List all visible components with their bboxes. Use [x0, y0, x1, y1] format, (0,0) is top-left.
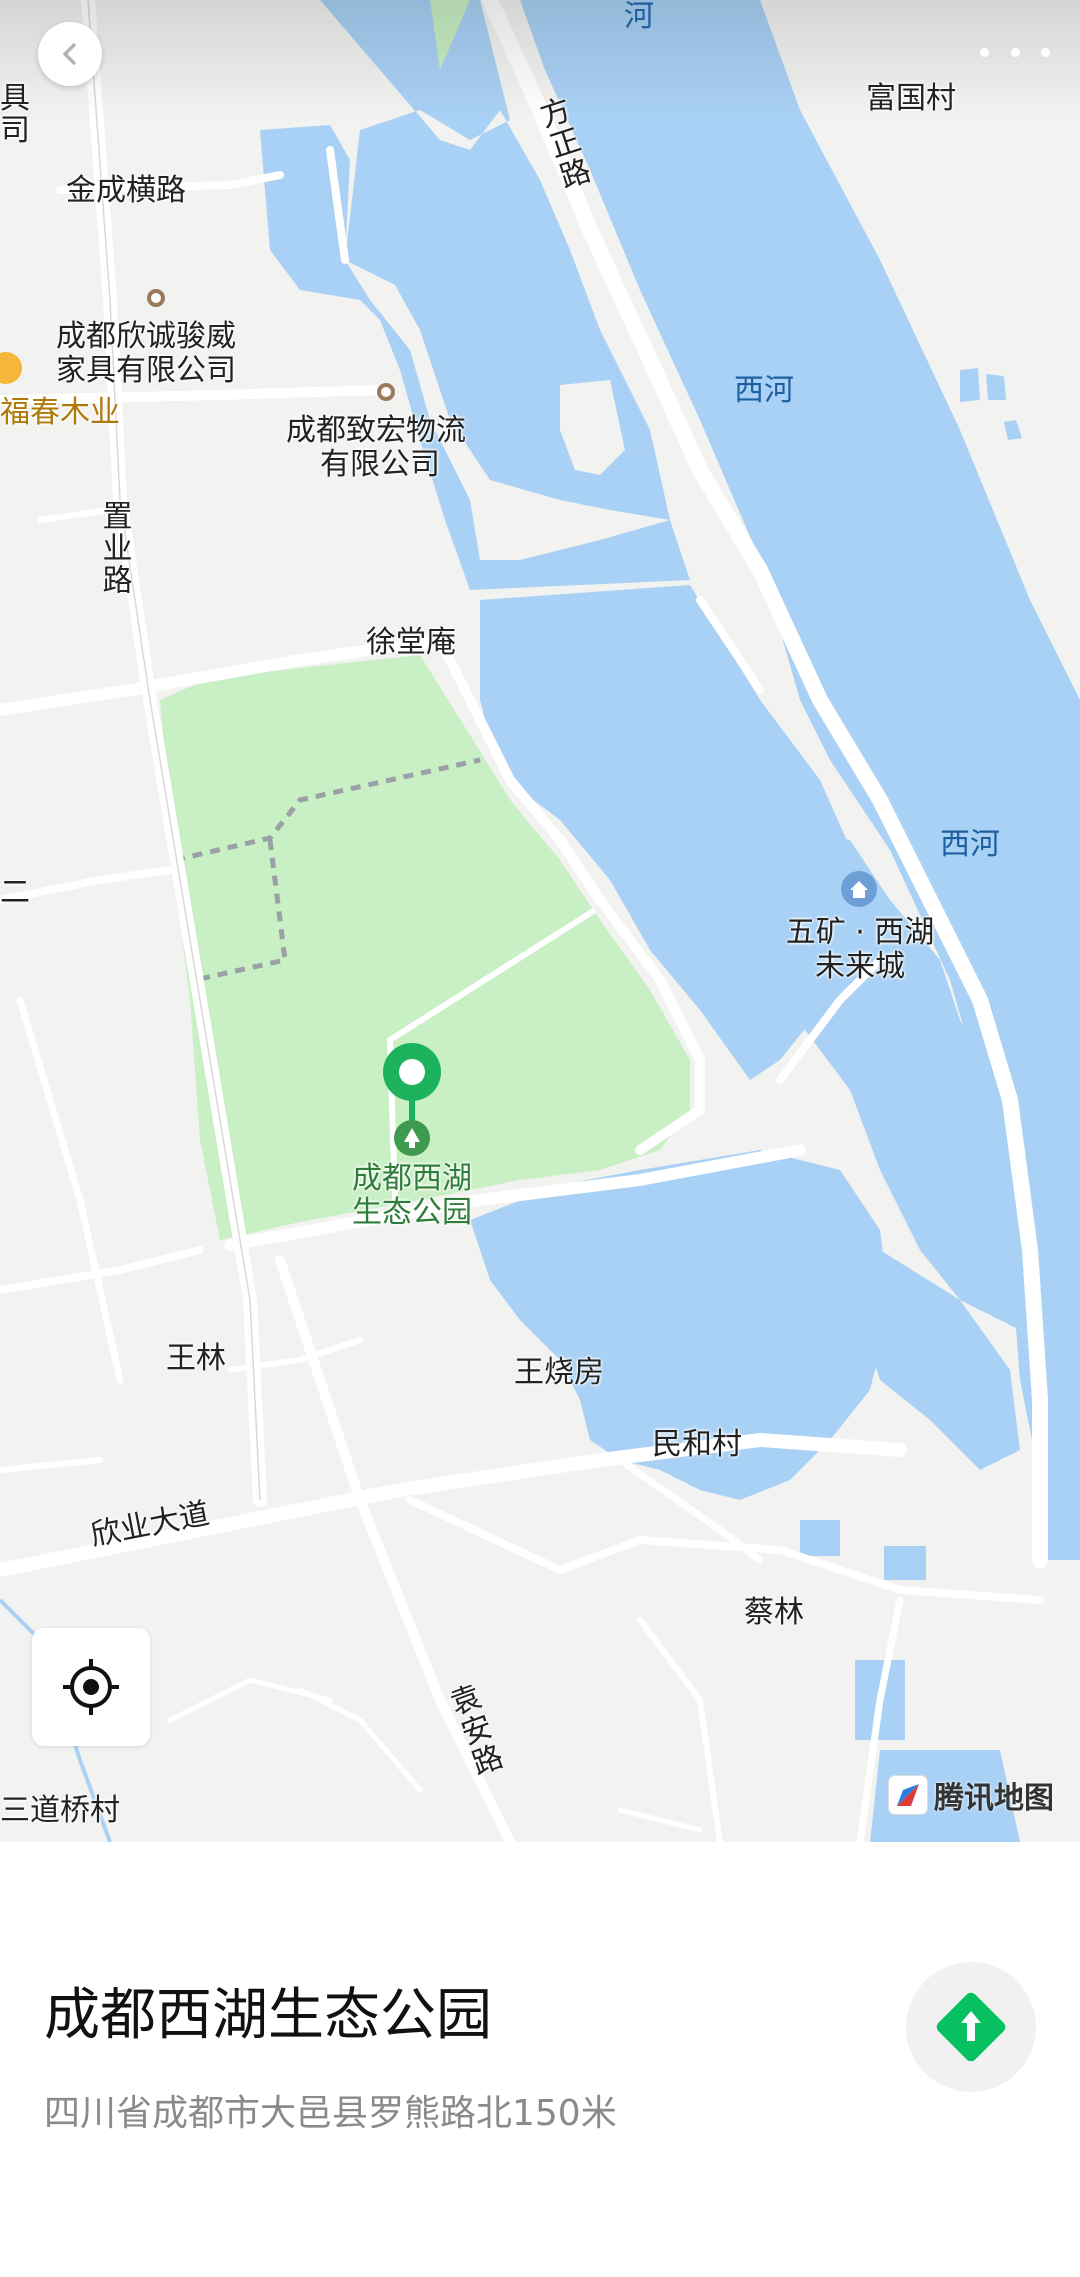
logo-text: 腾讯地图 [934, 1781, 1054, 1816]
map-label-road: 金成横路 [66, 173, 186, 208]
map-label-village: 富国村 [866, 81, 956, 116]
map-label-poi[interactable]: 福春木业 [0, 395, 120, 431]
map-label-poi[interactable]: 成都致宏物流 [286, 413, 466, 449]
map-label-poi[interactable]: 有限公司 [320, 447, 440, 483]
more-dots-icon [1041, 47, 1050, 57]
map-label-water: 西河 [940, 827, 1000, 862]
locate-me-button[interactable] [32, 1628, 150, 1746]
map-label-water: 西河 [734, 373, 794, 408]
map-label-poi[interactable]: 五矿 · 西湖 [786, 915, 935, 951]
map-label-poi[interactable]: 家具有限公司 [56, 353, 236, 389]
chevron-left-icon [63, 43, 76, 65]
location-pin-icon[interactable] [382, 1042, 442, 1162]
map-label-village: 蔡林 [744, 1595, 804, 1630]
locate-crosshair-icon [63, 1659, 119, 1715]
more-dots-icon [980, 47, 989, 57]
map-label: 具 [0, 81, 30, 116]
navigate-arrow-icon [936, 1992, 1006, 2062]
map-label-poi[interactable]: 未来城 [815, 949, 905, 985]
back-button[interactable] [38, 22, 102, 86]
place-info-panel: 成都西湖生态公园 四川省成都市大邑县罗熊路北150米 [0, 1842, 1080, 2277]
map-label-road: 置业路 [96, 500, 132, 596]
tencent-map-logo-icon [888, 1775, 928, 1815]
map-label-place: 徐堂庵 [366, 625, 456, 660]
map-label-poi[interactable]: 成都欣诚骏威 [56, 319, 236, 355]
map-label: 司 [0, 113, 30, 148]
map-label-park[interactable]: 生态公园 [352, 1195, 472, 1231]
residential-poi-icon[interactable] [840, 870, 878, 908]
place-address: 四川省成都市大邑县罗熊路北150米 [44, 2093, 617, 2134]
place-name: 成都西湖生态公园 [44, 1983, 492, 2048]
map-label-park[interactable]: 成都西湖 [352, 1161, 472, 1197]
map-label-water: 河 [624, 0, 654, 34]
more-options-button[interactable] [980, 30, 1050, 74]
map-label-village: 王烧房 [514, 1355, 604, 1390]
navigate-button[interactable] [906, 1962, 1036, 2092]
map-label-village: 民和村 [652, 1427, 742, 1462]
more-dots-icon [1010, 47, 1020, 57]
map-label-village: 三道桥村 [0, 1793, 120, 1828]
map-label-road: 二 [0, 875, 30, 910]
tencent-map-logo: 腾讯地图 [888, 1774, 1054, 1816]
map-label-village: 王林 [166, 1341, 226, 1376]
map-view[interactable]: 具 司 金成横路 成都欣诚骏威 家具有限公司 福春木业 成都致宏物流 有限公司 … [0, 0, 1080, 1842]
